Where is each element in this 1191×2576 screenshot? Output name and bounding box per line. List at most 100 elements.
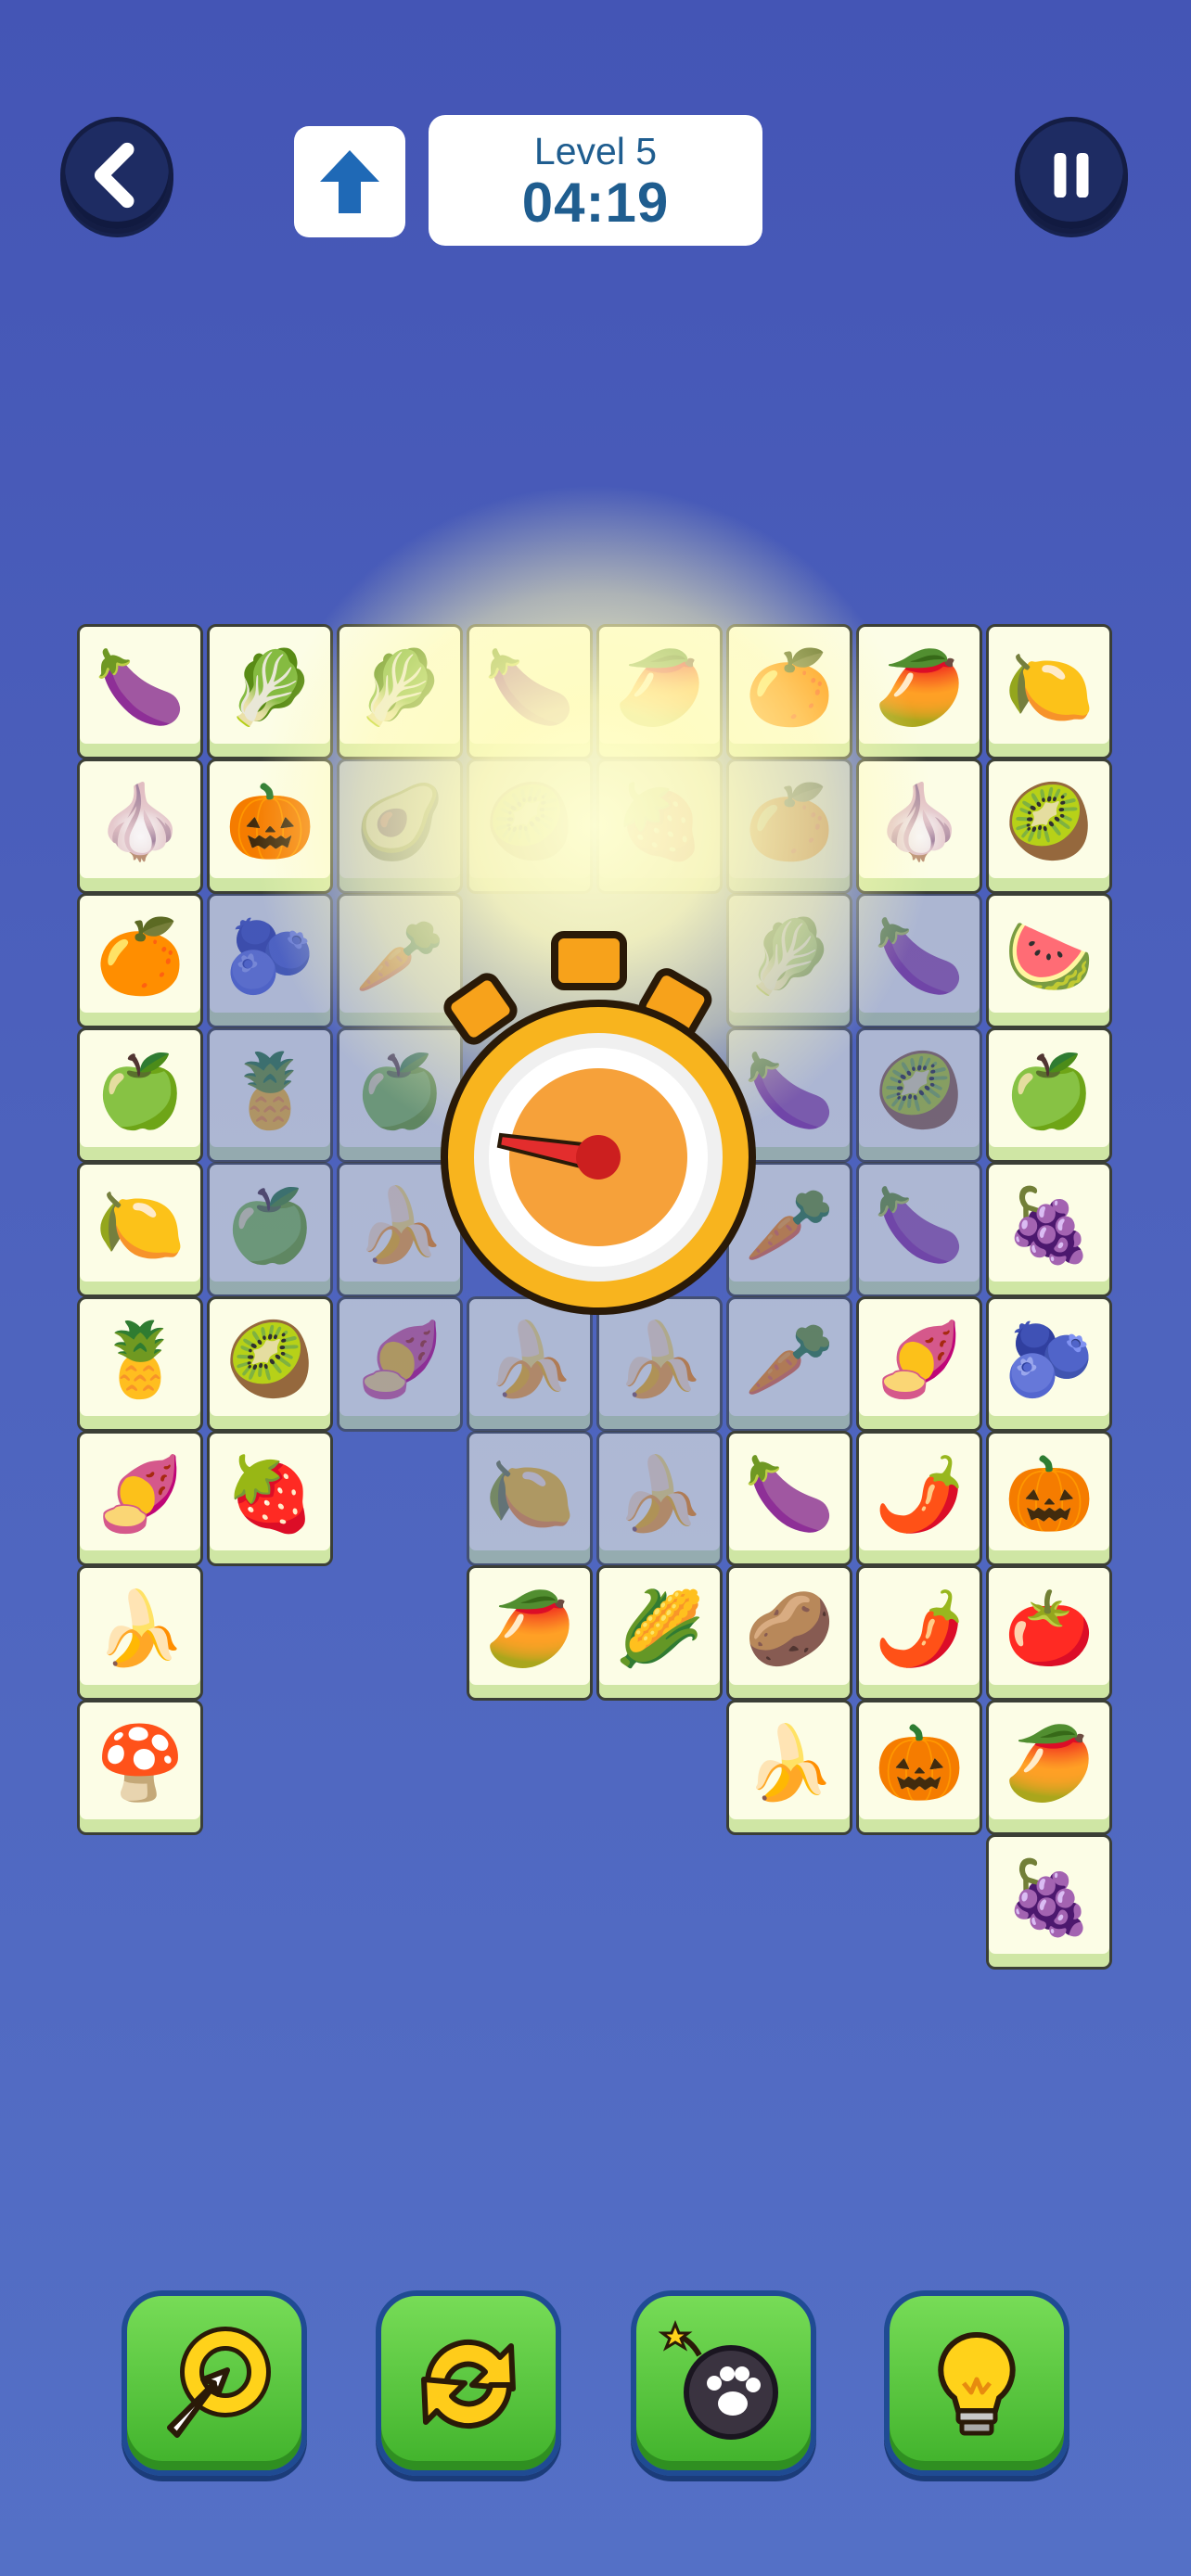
tile-lotus-root[interactable]: 🍠 <box>77 1431 203 1566</box>
tile-lemon[interactable]: 🍋 <box>77 1162 203 1297</box>
tile-banana[interactable]: 🍌 <box>77 1565 203 1701</box>
tile-mango[interactable]: 🥭 <box>986 1700 1112 1835</box>
tile-banana[interactable]: 🍌 <box>596 1431 723 1566</box>
pumpkin-icon: 🎃 <box>1004 1453 1095 1535</box>
tile-orange[interactable]: 🍊 <box>726 624 852 759</box>
tile-grapes[interactable]: 🍇 <box>986 1162 1112 1297</box>
tile-lemon[interactable]: 🍋 <box>467 1431 593 1566</box>
tile-eggplant[interactable]: 🍆 <box>856 1162 982 1297</box>
tile-grapes[interactable]: 🍇 <box>986 1834 1112 1970</box>
pointer-ring-icon <box>167 2327 271 2438</box>
hint-tool-button[interactable] <box>884 2290 1069 2476</box>
tomato-icon: 🍅 <box>1004 1588 1095 1669</box>
mango-icon: 🥭 <box>874 646 965 728</box>
tile-pineapple[interactable]: 🍍 <box>207 1027 333 1163</box>
apple-icon: 🍏 <box>224 1184 315 1266</box>
tile-eggplant[interactable]: 🍆 <box>856 893 982 1028</box>
orange-icon: 🍊 <box>744 781 835 862</box>
tile-pumpkin[interactable]: 🎃 <box>986 1431 1112 1566</box>
tile-blueberry[interactable]: 🫐 <box>207 893 333 1028</box>
tile-avocado[interactable]: 🥑 <box>337 759 463 894</box>
tile-pumpkin[interactable]: 🎃 <box>856 1700 982 1835</box>
pineapple-icon: 🍍 <box>224 1050 315 1131</box>
pumpkin-icon: 🎃 <box>874 1722 965 1804</box>
tile-mango[interactable]: 🥭 <box>467 1565 593 1701</box>
apple-icon: 🍏 <box>95 1050 186 1131</box>
tile-strawberry[interactable]: 🍓 <box>207 1431 333 1566</box>
tile-garlic[interactable]: 🧄 <box>856 759 982 894</box>
bok-choy-icon: 🥬 <box>224 646 315 728</box>
kiwi-icon: 🥝 <box>224 1319 315 1400</box>
tile-mushroom[interactable]: 🍄 <box>77 1700 203 1835</box>
refresh-arrows-icon <box>421 2339 516 2429</box>
tile-orange[interactable]: 🍊 <box>726 759 852 894</box>
potato-icon: 🥔 <box>744 1588 835 1669</box>
tile-garlic[interactable]: 🧄 <box>77 759 203 894</box>
chili-icon: 🌶️ <box>874 1588 965 1669</box>
kiwi-icon: 🥝 <box>1004 781 1095 862</box>
tile-tomato[interactable]: 🍅 <box>986 1565 1112 1701</box>
tile-kiwi[interactable]: 🥝 <box>467 759 593 894</box>
bok-choy-icon: 🥬 <box>354 646 445 728</box>
tile-chili[interactable]: 🌶️ <box>856 1565 982 1701</box>
tile-kiwi[interactable]: 🥝 <box>207 1296 333 1432</box>
strawberry-icon: 🍓 <box>614 781 705 862</box>
banana-icon: 🍌 <box>95 1588 186 1669</box>
orange-icon: 🍊 <box>744 646 835 728</box>
bomb-tool-button[interactable] <box>631 2290 816 2476</box>
tile-apple[interactable]: 🍏 <box>207 1162 333 1297</box>
apple-icon: 🍏 <box>1004 1050 1095 1131</box>
tile-bok-choy[interactable]: 🥬 <box>207 624 333 759</box>
grapes-icon: 🍇 <box>1004 1856 1095 1938</box>
blueberry-icon: 🫐 <box>224 915 315 997</box>
tile-corn[interactable]: 🌽 <box>596 1565 723 1701</box>
mango-icon: 🥭 <box>1004 1722 1095 1804</box>
tile-kiwi[interactable]: 🥝 <box>856 1027 982 1163</box>
strawberry-icon: 🍓 <box>224 1453 315 1535</box>
tile-orange[interactable]: 🍊 <box>77 893 203 1028</box>
tile-lotus-root[interactable]: 🍠 <box>856 1296 982 1432</box>
banana-icon: 🍌 <box>744 1722 835 1804</box>
tile-eggplant[interactable]: 🍆 <box>467 624 593 759</box>
tile-apple[interactable]: 🍏 <box>77 1027 203 1163</box>
eggplant-icon: 🍆 <box>95 646 186 728</box>
tile-banana[interactable]: 🍌 <box>726 1700 852 1835</box>
eggplant-icon: 🍆 <box>874 915 965 997</box>
tile-potato[interactable]: 🥔 <box>726 1565 852 1701</box>
pumpkin-icon: 🎃 <box>224 781 315 862</box>
avocado-icon: 🥑 <box>354 781 445 862</box>
garlic-icon: 🧄 <box>95 781 186 862</box>
blueberry-icon: 🫐 <box>1004 1319 1095 1400</box>
lightbulb-icon <box>938 2331 1016 2436</box>
stopwatch-icon <box>441 931 756 1315</box>
tile-watermelon[interactable]: 🍉 <box>986 893 1112 1028</box>
chili-icon: 🌶️ <box>874 1453 965 1535</box>
shuffle-tool-button[interactable] <box>376 2290 561 2476</box>
banana-icon: 🍌 <box>614 1453 705 1535</box>
tile-strawberry[interactable]: 🍓 <box>596 759 723 894</box>
tile-kiwi[interactable]: 🥝 <box>986 759 1112 894</box>
lotus-root-icon: 🍠 <box>95 1453 186 1535</box>
tile-apple[interactable]: 🍏 <box>986 1027 1112 1163</box>
bomb-icon <box>659 2319 778 2440</box>
tile-pineapple[interactable]: 🍍 <box>77 1296 203 1432</box>
lemon-icon: 🍋 <box>1004 646 1095 728</box>
tile-eggplant[interactable]: 🍆 <box>726 1431 852 1566</box>
tile-mango[interactable]: 🥭 <box>596 624 723 759</box>
magnet-tool-button[interactable] <box>122 2290 307 2476</box>
tile-blueberry[interactable]: 🫐 <box>986 1296 1112 1432</box>
lotus-root-icon: 🍠 <box>874 1319 965 1400</box>
kiwi-icon: 🥝 <box>874 1050 965 1131</box>
lemon-icon: 🍋 <box>484 1453 575 1535</box>
eggplant-icon: 🍆 <box>874 1184 965 1266</box>
tile-chili[interactable]: 🌶️ <box>856 1431 982 1566</box>
tile-lemon[interactable]: 🍋 <box>986 624 1112 759</box>
mango-icon: 🥭 <box>614 646 705 728</box>
tile-mango[interactable]: 🥭 <box>856 624 982 759</box>
tile-eggplant[interactable]: 🍆 <box>77 624 203 759</box>
eggplant-icon: 🍆 <box>744 1453 835 1535</box>
tile-pumpkin[interactable]: 🎃 <box>207 759 333 894</box>
watermelon-icon: 🍉 <box>1004 915 1095 997</box>
tile-bok-choy[interactable]: 🥬 <box>337 624 463 759</box>
eggplant-icon: 🍆 <box>484 646 575 728</box>
